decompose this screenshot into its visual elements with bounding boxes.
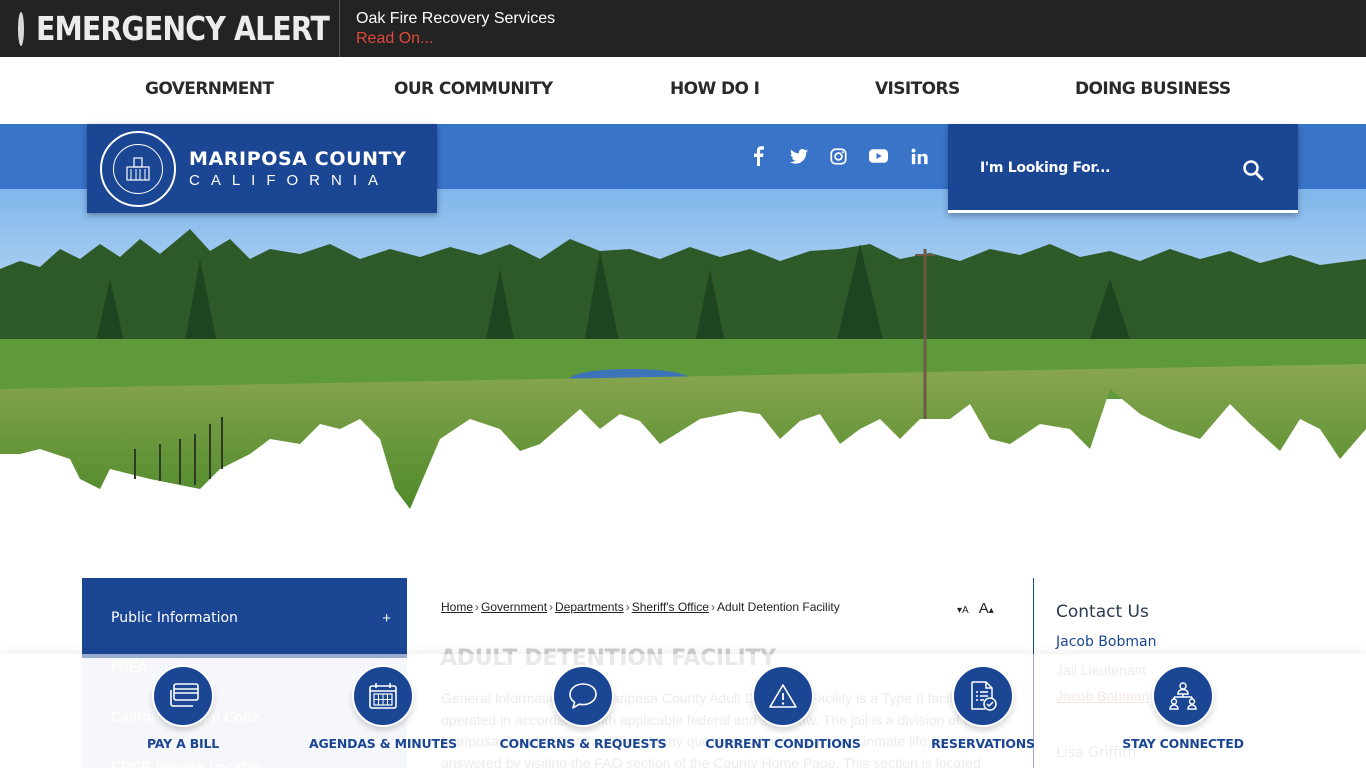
breadcrumb: Home › Government › Departments › Sheriff's Of…: [441, 600, 840, 614]
network-icon: [1169, 682, 1197, 710]
nav-government[interactable]: GOVERNMENT: [145, 79, 274, 99]
search-box: [948, 124, 1298, 213]
nav-our-community[interactable]: OUR COMMUNITY: [394, 79, 553, 99]
increase-font-button[interactable]: A▴: [979, 600, 994, 617]
breadcrumb-government[interactable]: Government: [481, 600, 547, 614]
main-navigation: GOVERNMENT OUR COMMUNITY HOW DO I VISITO…: [0, 57, 1366, 124]
quick-link-label: RESERVATIONS: [931, 736, 1035, 751]
youtube-icon[interactable]: [866, 145, 890, 167]
nav-visitors[interactable]: VISITORS: [875, 79, 960, 99]
calendar-icon: [369, 683, 397, 709]
breadcrumb-sheriffs-office[interactable]: Sheriff's Office: [632, 600, 709, 614]
alert-light-icon: [18, 11, 24, 46]
sidebar-header-public-information[interactable]: Public Information +: [82, 578, 407, 658]
search-button[interactable]: [1242, 159, 1266, 183]
sidebar-header-label: Public Information: [111, 610, 238, 626]
courthouse-icon: [126, 156, 150, 181]
quick-link-pay-a-bill[interactable]: PAY A BILL: [83, 665, 283, 751]
quick-link-current-conditions[interactable]: CURRENT CONDITIONS: [683, 665, 883, 751]
alert-headline[interactable]: Oak Fire Recovery Services: [356, 9, 555, 29]
facebook-icon[interactable]: [746, 145, 770, 167]
checklist-icon: [971, 681, 997, 711]
warning-icon: [769, 684, 797, 708]
quick-link-reservations[interactable]: RESERVATIONS: [883, 665, 1083, 751]
search-input[interactable]: [968, 154, 1228, 182]
quick-link-concerns-requests[interactable]: CONCERNS & REQUESTS: [483, 665, 683, 751]
logo-state-name: CALIFORNIA: [189, 172, 390, 189]
search-icon: [1243, 160, 1264, 181]
emergency-alert-label: EMERGENCY ALERT: [0, 0, 340, 57]
quick-link-agendas-minutes[interactable]: AGENDAS & MINUTES: [283, 665, 483, 751]
hero-landscape-image: [0, 189, 1366, 509]
linkedin-icon[interactable]: [907, 145, 931, 167]
contact-name: Jacob Bobman: [1056, 634, 1157, 650]
quick-link-label: AGENDAS & MINUTES: [309, 736, 457, 751]
quick-link-label: PAY A BILL: [146, 736, 220, 751]
emergency-alert-title: EMERGENCY ALERT: [36, 9, 330, 48]
breadcrumb-departments[interactable]: Departments: [555, 600, 624, 614]
contact-us-heading: Contact Us: [1056, 602, 1149, 622]
twitter-icon[interactable]: [787, 145, 811, 167]
emergency-alert-bar: EMERGENCY ALERT Oak Fire Recovery Servic…: [0, 0, 1366, 57]
decrease-font-button[interactable]: ▾A: [957, 605, 969, 616]
quick-link-label: CONCERNS & REQUESTS: [499, 736, 667, 751]
nav-how-do-i[interactable]: HOW DO I: [670, 79, 760, 99]
county-seal-icon: [100, 130, 176, 207]
breadcrumb-home[interactable]: Home: [441, 600, 473, 614]
instagram-icon[interactable]: [826, 145, 850, 167]
quick-link-stay-connected[interactable]: STAY CONNECTED: [1083, 665, 1283, 751]
font-resize-controls: ▾A A▴: [957, 600, 994, 617]
site-logo[interactable]: MARIPOSA COUNTY CALIFORNIA: [87, 124, 437, 213]
quick-link-label: STAY CONNECTED: [1122, 736, 1244, 751]
quick-link-label: CURRENT CONDITIONS: [705, 736, 861, 751]
logo-county-name: MARIPOSA COUNTY: [189, 148, 407, 170]
credit-card-icon: [170, 683, 199, 707]
speech-bubble-icon: [569, 683, 597, 709]
alert-read-on-link[interactable]: Read On...: [356, 29, 555, 49]
nav-doing-business[interactable]: DOING BUSINESS: [1075, 79, 1231, 99]
expand-plus-icon[interactable]: +: [382, 610, 391, 627]
hero-banner: [0, 189, 1366, 529]
breadcrumb-current: Adult Detention Facility: [716, 600, 840, 614]
